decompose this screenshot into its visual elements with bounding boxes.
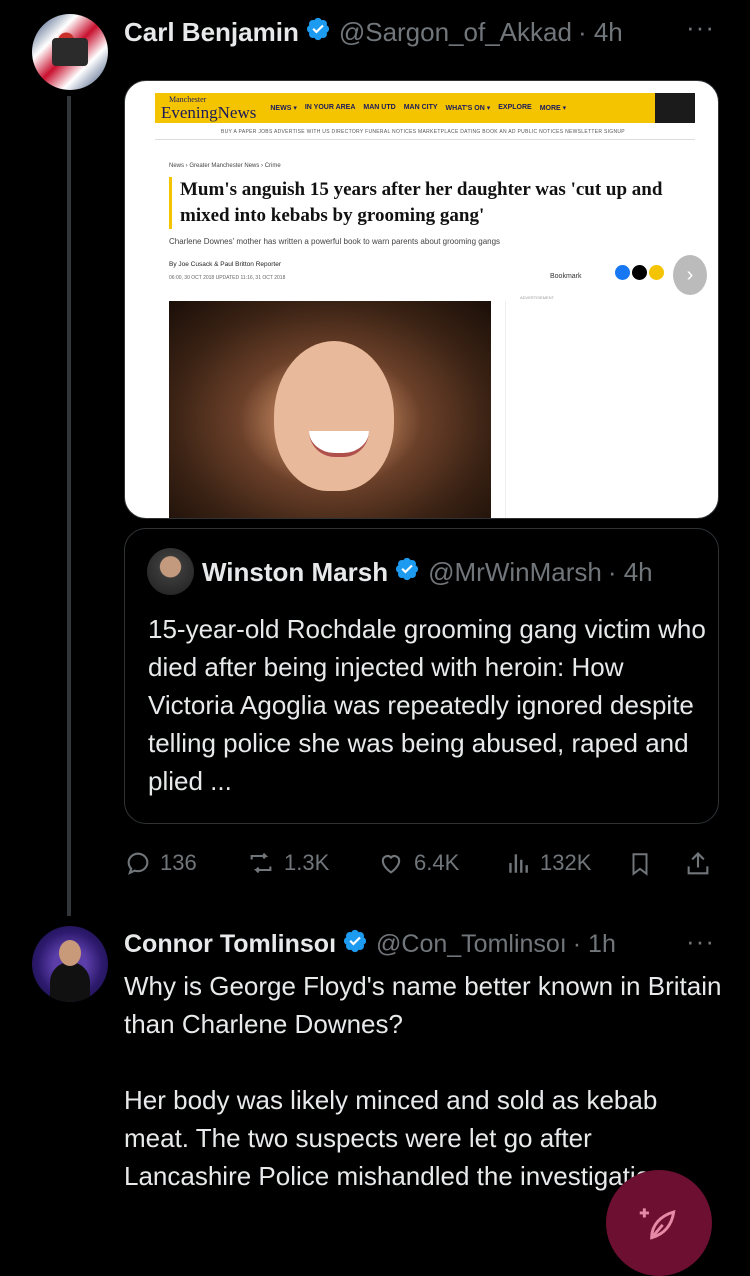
reply-icon bbox=[127, 852, 149, 875]
divider bbox=[155, 139, 695, 140]
reply-count: 136 bbox=[160, 850, 197, 875]
x-icon bbox=[632, 265, 647, 280]
views-icon bbox=[509, 854, 528, 873]
facebook-icon bbox=[615, 265, 630, 280]
more-icon[interactable]: ··· bbox=[686, 12, 715, 43]
share-icons bbox=[615, 265, 664, 280]
quoted-header: Winston Marsh @MrWinMarsh · 4h bbox=[202, 556, 653, 589]
quoted-timestamp: · 4h bbox=[607, 557, 653, 587]
post-header: Carl Benjamin @Sargon_of_Akkad · 4h bbox=[124, 16, 623, 49]
post-header: Connor Tomlinsoı @Con_Tomlinsoı · 1h bbox=[124, 928, 616, 961]
timestamp[interactable]: · 1h bbox=[573, 930, 616, 959]
handle[interactable]: @Con_Tomlinsoı bbox=[376, 930, 567, 959]
verified-badge-icon bbox=[394, 556, 420, 589]
verified-badge-icon bbox=[305, 16, 331, 49]
verified-badge-icon bbox=[342, 928, 368, 961]
article-dates: 06:00, 30 OCT 2018 UPDATED 11:16, 31 OCT… bbox=[169, 275, 286, 281]
site-nav: NEWS ▾ IN YOUR AREA MAN UTD MAN CITY WHAT'… bbox=[270, 104, 567, 112]
advert-label: ADVERTISEMENT bbox=[520, 295, 554, 300]
repost-count: 1.3K bbox=[284, 850, 330, 875]
quoted-handle: @MrWinMarsh bbox=[428, 557, 602, 587]
action-bar: 136 1.3K 6.4K 132K bbox=[124, 845, 724, 885]
site-account-area bbox=[655, 93, 695, 123]
share-icon bbox=[687, 852, 709, 875]
attached-image[interactable]: Manchester EveningNews NEWS ▾ IN YOUR AREA… bbox=[124, 80, 719, 519]
quoted-avatar bbox=[147, 548, 194, 595]
bookmark-icon bbox=[632, 853, 648, 876]
article-standfirst: Charlene Downes' mother has written a po… bbox=[169, 237, 501, 246]
reply-button[interactable]: 136 bbox=[124, 849, 197, 877]
display-name[interactable]: Connor Tomlinsoı bbox=[124, 930, 336, 959]
repost-button[interactable]: 1.3K bbox=[246, 849, 329, 877]
like-count: 6.4K bbox=[414, 850, 460, 875]
like-icon bbox=[381, 855, 401, 874]
site-subnav: BUY A PAPER JOBS ADVERTISE WITH US DIREC… bbox=[221, 129, 625, 135]
post-text: Why is George Floyd's name better known … bbox=[124, 967, 724, 1195]
like-button[interactable]: 6.4K bbox=[376, 849, 459, 877]
quoted-display-name: Winston Marsh bbox=[202, 557, 389, 587]
more-icon[interactable]: ··· bbox=[686, 926, 715, 957]
article-photo bbox=[169, 301, 491, 518]
avatar[interactable] bbox=[32, 926, 108, 1002]
quoted-text: 15-year-old Rochdale grooming gang victi… bbox=[148, 614, 706, 796]
timestamp[interactable]: · 4h bbox=[578, 17, 623, 48]
views-button[interactable]: 132K bbox=[506, 849, 591, 877]
chevron-right-icon: › bbox=[673, 255, 707, 295]
article-byline: By Joe Cusack & Paul Britton Reporter bbox=[169, 261, 281, 268]
article-headline: Mum's anguish 15 years after her daughte… bbox=[169, 177, 700, 229]
post-paragraph: Why is George Floyd's name better known … bbox=[124, 971, 722, 1039]
site-header: Manchester EveningNews NEWS ▾ IN YOUR AREA… bbox=[155, 93, 695, 123]
thread-line bbox=[67, 96, 71, 916]
handle[interactable]: @Sargon_of_Akkad bbox=[339, 17, 572, 48]
share-button[interactable] bbox=[684, 849, 712, 879]
article-bookmark: Bookmark bbox=[550, 273, 582, 280]
site-logo: Manchester EveningNews bbox=[161, 94, 257, 122]
divider bbox=[505, 301, 506, 518]
compose-button[interactable] bbox=[606, 1170, 712, 1276]
link-icon bbox=[649, 265, 664, 280]
avatar[interactable] bbox=[32, 14, 108, 90]
breadcrumb: News › Greater Manchester News › Crime bbox=[169, 163, 281, 169]
views-count: 132K bbox=[540, 850, 592, 875]
compose-icon bbox=[639, 1208, 676, 1240]
bookmark-button[interactable] bbox=[627, 849, 653, 879]
repost-icon bbox=[250, 852, 272, 874]
display-name[interactable]: Carl Benjamin bbox=[124, 17, 299, 48]
